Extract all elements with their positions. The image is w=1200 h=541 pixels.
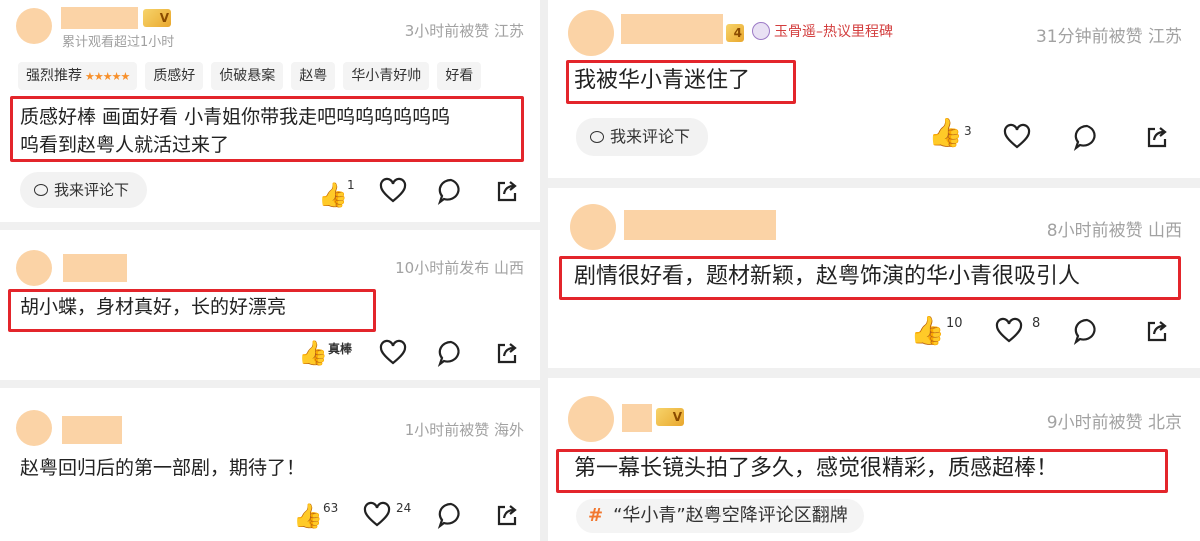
watch-time-label: 累计观看超过1小时	[62, 35, 175, 50]
comment-icon[interactable]	[436, 176, 466, 206]
tag[interactable]: 质感好	[145, 62, 204, 90]
highlight-box	[559, 256, 1181, 300]
comment-card: 8小时前被赞 山西 剧情很好看，题材新颖，赵粤饰演的华小青很吸引人 👍 10 8	[548, 188, 1200, 368]
reply-label: 我来评论下	[54, 181, 130, 199]
username[interactable]	[624, 210, 776, 240]
heart-count: 8	[1032, 316, 1041, 331]
tag[interactable]: 好看	[437, 62, 482, 90]
comment-card: V 累计观看超过1小时 3小时前被赞 江苏 强烈推荐 ★★★★★ 质感好 侦破悬案…	[0, 0, 540, 222]
tag[interactable]: 侦破悬案	[211, 62, 284, 90]
avatar[interactable]	[568, 396, 614, 442]
liked-time-location: 1小时前被赞 海外	[404, 421, 524, 439]
seal-icon	[752, 22, 770, 40]
avatar[interactable]	[16, 410, 52, 446]
liked-time-location: 3小时前被赞 江苏	[404, 22, 524, 40]
username[interactable]	[62, 416, 122, 444]
reaction-label: 真棒	[328, 342, 353, 356]
left-column: V 累计观看超过1小时 3小时前被赞 江苏 强烈推荐 ★★★★★ 质感好 侦破悬案…	[0, 0, 540, 541]
tag[interactable]: 赵粤	[291, 62, 336, 90]
level-badge: 4	[726, 24, 744, 42]
share-icon[interactable]	[1142, 122, 1172, 152]
heart-icon[interactable]	[378, 338, 408, 368]
posted-time-location: 10小时前发布 山西	[395, 259, 524, 277]
comment-card: 10小时前发布 山西 胡小蝶，身材真好，长的好漂亮 👍 真棒	[0, 230, 540, 380]
share-icon[interactable]	[1142, 316, 1172, 346]
like-count: 10	[946, 316, 963, 331]
thumbs-up-icon[interactable]: 👍	[910, 316, 945, 346]
like-count: 1	[347, 178, 355, 192]
thumbs-up-icon[interactable]: 👍	[318, 180, 348, 210]
comment-icon	[590, 131, 604, 143]
comment-icon	[34, 184, 48, 196]
share-icon[interactable]	[492, 500, 522, 530]
tag[interactable]: 华小青好帅	[343, 62, 430, 90]
hashtag-label: “华小青”赵粤空降评论区翻牌	[613, 505, 848, 526]
avatar[interactable]	[570, 204, 616, 250]
comment-icon[interactable]	[1072, 122, 1102, 152]
reply-button[interactable]: 我来评论下	[20, 172, 148, 208]
comment-text: 赵粤回归后的第一部剧，期待了！	[20, 457, 306, 479]
thumbs-up-icon[interactable]: 👍	[293, 501, 323, 531]
liked-time-location: 9小时前被赞 北京	[1046, 413, 1182, 433]
avatar[interactable]	[568, 10, 614, 56]
comment-icon[interactable]	[436, 500, 466, 530]
right-column: 4 玉骨遥–热议里程碑 31分钟前被赞 江苏 我被华小青迷住了 我来评论下 👍 …	[548, 0, 1200, 541]
tag-strong-recommend[interactable]: 强烈推荐 ★★★★★	[18, 62, 138, 90]
comment-icon[interactable]	[1072, 316, 1102, 346]
hashtag-chip[interactable]: # “华小青”赵粤空降评论区翻牌	[576, 499, 864, 533]
share-icon[interactable]	[492, 176, 522, 206]
username[interactable]	[63, 254, 127, 282]
comment-card: 1小时前被赞 海外 赵粤回归后的第一部剧，期待了！ 👍 63 24	[0, 388, 540, 541]
comment-card: 4 玉骨遥–热议里程碑 31分钟前被赞 江苏 我被华小青迷住了 我来评论下 👍 …	[548, 0, 1200, 178]
username[interactable]	[622, 404, 652, 432]
divider	[0, 222, 540, 230]
divider	[548, 368, 1200, 378]
thumbs-up-icon[interactable]: 👍	[298, 338, 328, 368]
reply-button[interactable]: 我来评论下	[576, 118, 709, 156]
like-count: 63	[323, 501, 339, 515]
milestone-label: 玉骨遥–热议里程碑	[774, 24, 893, 40]
divider	[0, 380, 540, 388]
tag-label: 强烈推荐	[26, 68, 82, 84]
divider	[548, 178, 1200, 188]
hashtag-icon: #	[588, 505, 604, 526]
tag-row: 强烈推荐 ★★★★★ 质感好 侦破悬案 赵粤 华小青好帅 好看	[18, 62, 482, 90]
avatar[interactable]	[16, 8, 52, 44]
liked-time-location: 31分钟前被赞 江苏	[1035, 27, 1182, 47]
heart-count: 24	[396, 501, 412, 515]
reply-label: 我来评论下	[610, 127, 691, 146]
avatar[interactable]	[16, 250, 52, 286]
highlight-box	[10, 96, 524, 162]
thumbs-up-icon[interactable]: 👍	[928, 118, 963, 148]
comment-icon[interactable]	[436, 338, 466, 368]
highlight-box	[8, 289, 376, 332]
liked-time-location: 8小时前被赞 山西	[1046, 221, 1182, 241]
level-badge: V	[656, 408, 684, 426]
username[interactable]	[621, 14, 723, 44]
username[interactable]	[61, 7, 138, 29]
comment-card: V 9小时前被赞 北京 第一幕长镜头拍了多久，感觉很精彩，质感超棒！ # “华小青…	[548, 378, 1200, 541]
share-icon[interactable]	[492, 338, 522, 368]
heart-icon[interactable]	[1002, 122, 1032, 152]
column-gutter	[540, 0, 548, 541]
like-count: 3	[964, 124, 972, 138]
heart-icon[interactable]	[362, 500, 392, 530]
level-badge: V	[143, 9, 171, 27]
heart-icon[interactable]	[378, 176, 408, 206]
milestone-badge[interactable]: 玉骨遥–热议里程碑	[752, 22, 893, 42]
star-icon: ★★★★★	[85, 70, 130, 83]
highlight-box	[556, 449, 1168, 493]
highlight-box	[566, 60, 796, 104]
heart-icon[interactable]	[994, 316, 1024, 346]
